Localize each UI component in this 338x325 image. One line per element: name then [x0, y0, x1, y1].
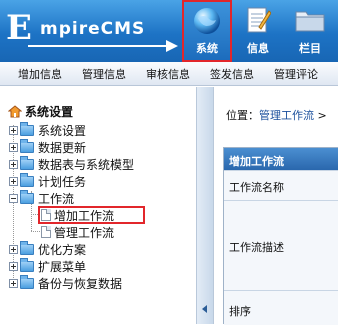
folder-icon [20, 138, 34, 153]
pane-splitter[interactable] [196, 87, 214, 324]
menu-review-info[interactable]: 审核信息 [126, 66, 190, 82]
highlight-box [38, 206, 145, 224]
tree-item[interactable]: 系统设置 [9, 121, 86, 138]
empirecms-logo: E mpireCMS [6, 7, 178, 53]
menu-manage-comments[interactable]: 管理评论 [254, 66, 318, 82]
content-pane: 位置：管理工作流 > 增加工作流 工作流名称 工作流描述 排序 [214, 87, 338, 325]
column-nav-button[interactable]: 栏目 [285, 0, 335, 62]
home-icon [8, 105, 22, 118]
info-label: 信息 [247, 42, 269, 55]
system-nav-button[interactable]: 系统 [182, 0, 232, 62]
folder-icon [20, 257, 34, 272]
open-folder-icon [20, 189, 34, 204]
tree-item[interactable]: 优化方案 [9, 240, 86, 257]
collapse-arrow-icon[interactable] [202, 305, 207, 313]
tree-root-label: 系统设置 [25, 105, 74, 119]
field-workflow-name-label: 工作流名称 [224, 170, 338, 200]
folder-icon [295, 11, 325, 32]
tree-item-workflow[interactable]: 工作流 [9, 189, 74, 206]
tree-item[interactable]: 备份与恢复数据 [9, 274, 122, 291]
column-label: 栏目 [299, 42, 321, 55]
breadcrumb: 位置：管理工作流 > [226, 109, 327, 122]
folder-icon [20, 240, 34, 255]
folder-icon [20, 172, 34, 187]
tree-root[interactable]: 系统设置 [8, 103, 73, 120]
field-sort-label: 排序 [224, 290, 338, 325]
folder-icon [20, 121, 34, 136]
left-tree-pane: 系统设置 系统设置 数据更新 数据表与系统模型 计划任务 工作流 增加工作流 管… [0, 87, 196, 324]
folder-icon [20, 155, 34, 170]
tree-item[interactable]: 数据更新 [9, 138, 86, 155]
top-menu-bar: 增加信息 管理信息 审核信息 签发信息 管理评论 [0, 62, 338, 86]
breadcrumb-link[interactable]: 管理工作流 [259, 109, 314, 122]
notepad-icon [247, 7, 271, 33]
form-title: 增加工作流 [224, 148, 338, 170]
info-nav-button[interactable]: 信息 [233, 0, 283, 62]
add-workflow-form: 增加工作流 工作流名称 工作流描述 排序 [223, 147, 338, 325]
system-label: 系统 [196, 42, 218, 55]
folder-icon [20, 274, 34, 289]
tree-item-manage-workflow[interactable]: 管理工作流 [41, 224, 114, 240]
tree-item[interactable]: 计划任务 [9, 172, 86, 189]
field-workflow-desc-label: 工作流描述 [224, 200, 338, 290]
globe-icon [194, 8, 220, 34]
menu-manage-info[interactable]: 管理信息 [62, 66, 126, 82]
menu-add-info[interactable]: 增加信息 [0, 66, 62, 82]
tree-item[interactable]: 扩展菜单 [9, 257, 86, 274]
document-icon [41, 226, 51, 238]
menu-issue-info[interactable]: 签发信息 [190, 66, 254, 82]
tree-item[interactable]: 数据表与系统模型 [9, 155, 134, 172]
header-bar: E mpireCMS 系统 信息 栏目 [0, 0, 338, 62]
